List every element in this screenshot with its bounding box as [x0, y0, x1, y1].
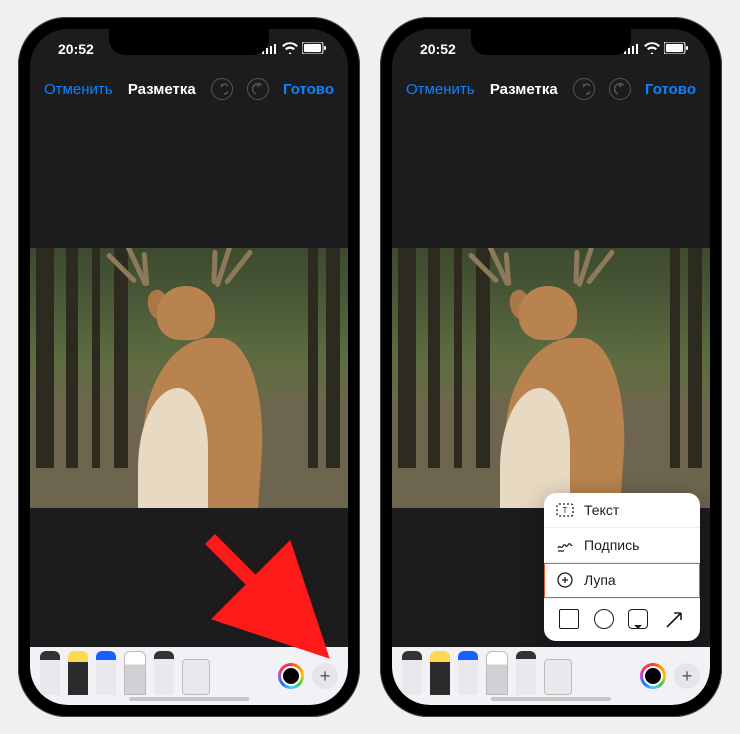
menu-item-signature[interactable]: Подпись	[544, 528, 700, 563]
markup-toolbar: +	[30, 647, 348, 705]
text-icon: T	[556, 501, 574, 519]
lasso-tool[interactable]	[516, 651, 536, 695]
add-button[interactable]: +	[312, 663, 338, 689]
shape-rectangle[interactable]	[559, 609, 579, 629]
pencil-tool[interactable]	[458, 651, 478, 695]
wifi-icon	[282, 41, 298, 57]
canvas-area[interactable]	[30, 109, 348, 647]
lasso-tool[interactable]	[154, 651, 174, 695]
undo-icon[interactable]	[211, 78, 233, 100]
phone-right: 20:52 Отменить Разметка	[380, 17, 722, 717]
redo-icon[interactable]	[609, 78, 631, 100]
nav-icons: Готово	[573, 78, 696, 100]
shape-arrow[interactable]	[663, 609, 685, 631]
menu-item-loupe[interactable]: Лупа	[544, 563, 700, 598]
pen-tool[interactable]	[40, 651, 60, 695]
screen: 20:52 Отменить Разметка	[392, 29, 710, 705]
ruler-tool[interactable]	[544, 659, 572, 695]
color-picker-button[interactable]	[278, 663, 304, 689]
status-right	[262, 41, 326, 57]
done-button[interactable]: Готово	[645, 81, 696, 98]
signature-icon	[556, 536, 574, 554]
ruler-tool[interactable]	[182, 659, 210, 695]
pencil-tool[interactable]	[96, 651, 116, 695]
status-time: 20:52	[420, 41, 456, 57]
phone-left: 20:52 Отменить Разметка	[18, 17, 360, 717]
shape-speech-bubble[interactable]	[628, 609, 648, 629]
battery-icon	[664, 41, 688, 57]
redo-icon[interactable]	[247, 78, 269, 100]
status-time: 20:52	[58, 41, 94, 57]
nav-bar: Отменить Разметка Готово	[30, 69, 348, 109]
nav-title: Разметка	[490, 81, 558, 98]
home-indicator[interactable]	[129, 697, 249, 701]
add-menu-popup: T Текст Подпись Лупа	[544, 493, 700, 641]
battery-icon	[302, 41, 326, 57]
nav-bar: Отменить Разметка Готово	[392, 69, 710, 109]
menu-label: Текст	[584, 502, 619, 518]
wifi-icon	[644, 41, 660, 57]
nav-icons: Готово	[211, 78, 334, 100]
home-indicator[interactable]	[491, 697, 611, 701]
marker-tool[interactable]	[430, 651, 450, 695]
photo-content	[30, 248, 348, 508]
marker-tool[interactable]	[68, 651, 88, 695]
shape-row	[544, 598, 700, 641]
photo-content	[392, 248, 710, 508]
nav-title: Разметка	[128, 81, 196, 98]
menu-item-text[interactable]: T Текст	[544, 493, 700, 528]
svg-text:T: T	[563, 506, 568, 515]
cancel-button[interactable]: Отменить	[44, 81, 113, 98]
pen-tool[interactable]	[402, 651, 422, 695]
cancel-button[interactable]: Отменить	[406, 81, 475, 98]
notch	[471, 29, 631, 55]
screen: 20:52 Отменить Разметка	[30, 29, 348, 705]
notch	[109, 29, 269, 55]
status-right	[624, 41, 688, 57]
menu-label: Лупа	[584, 572, 616, 588]
loupe-icon	[556, 571, 574, 589]
shape-circle[interactable]	[594, 609, 614, 629]
done-button[interactable]: Готово	[283, 81, 334, 98]
undo-icon[interactable]	[573, 78, 595, 100]
add-button[interactable]: +	[674, 663, 700, 689]
markup-toolbar: +	[392, 647, 710, 705]
eraser-tool[interactable]	[486, 651, 508, 695]
eraser-tool[interactable]	[124, 651, 146, 695]
color-picker-button[interactable]	[640, 663, 666, 689]
menu-label: Подпись	[584, 537, 639, 553]
